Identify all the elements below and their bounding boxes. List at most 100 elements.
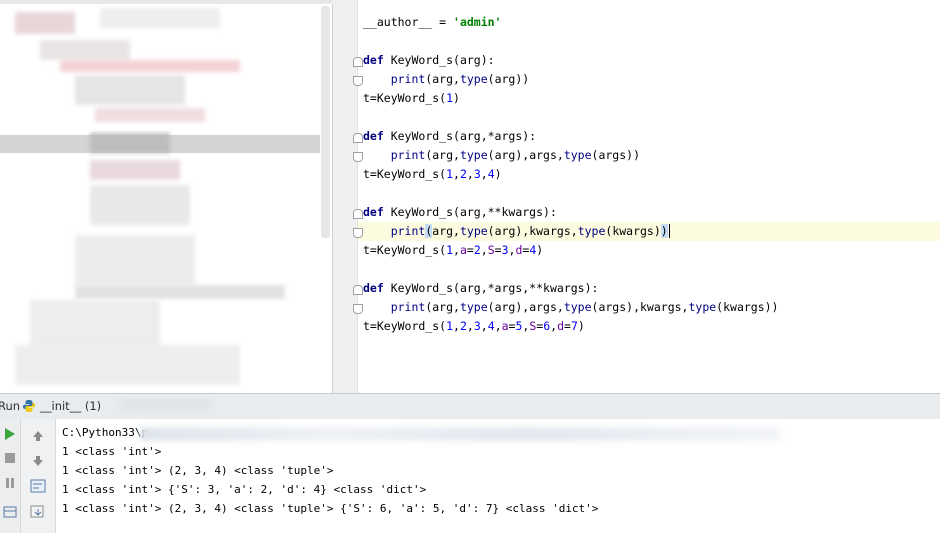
run-config-name[interactable]: __init__ (1) — [40, 394, 101, 419]
restore-layout-button[interactable] — [0, 503, 20, 521]
code-token: (arg),args, — [487, 148, 564, 162]
code-token: type — [563, 148, 592, 162]
code-token: ) — [494, 167, 502, 181]
code-token: 3 — [473, 167, 481, 181]
code-line[interactable]: def KeyWord_s(arg,*args): — [363, 127, 536, 146]
console-line: 1 <class 'int'> {'S': 3, 'a': 2, 'd': 4}… — [62, 483, 427, 496]
sidebar-scrollbar[interactable] — [321, 6, 330, 238]
sidebar-header-strip — [0, 0, 332, 4]
code-token: t=KeyWord_s( — [363, 91, 447, 105]
obscured-tree-item — [90, 185, 190, 225]
obscured-tree-item — [95, 108, 205, 122]
code-token: , — [466, 167, 474, 181]
code-token: type — [459, 224, 488, 238]
code-token: (arg, — [425, 300, 460, 314]
obscured-tree-item — [90, 133, 170, 153]
code-token: 3 — [473, 319, 481, 333]
code-token: (args),kwargs, — [591, 300, 689, 314]
code-token: (arg),kwargs, — [487, 224, 578, 238]
code-token: (arg, — [425, 72, 460, 86]
code-token: (kwargs)) — [716, 300, 779, 314]
python-icon — [23, 400, 35, 412]
code-token: def — [363, 53, 384, 67]
code-line[interactable]: def KeyWord_s(arg,*args,**kwargs): — [363, 279, 598, 298]
code-line[interactable]: t=KeyWord_s(1,2,3,4) — [363, 165, 502, 184]
obscured-header-area — [120, 400, 210, 410]
code-line[interactable]: print(arg,type(arg)) — [363, 70, 530, 89]
code-line[interactable]: def KeyWord_s(arg): — [363, 51, 495, 70]
code-token: 2 — [473, 243, 481, 257]
code-token: ) — [536, 243, 544, 257]
code-line[interactable]: print(arg,type(arg),args,type(args),kwar… — [363, 298, 779, 317]
code-token: (arg)) — [487, 72, 530, 86]
code-line[interactable]: def KeyWord_s(arg,**kwargs): — [363, 203, 557, 222]
obscured-tree-item — [40, 40, 130, 60]
code-token: 4 — [487, 319, 495, 333]
code-token: KeyWord_s(arg,*args,**kwargs): — [383, 281, 599, 295]
pause-button[interactable] — [0, 474, 20, 492]
project-tree-panel[interactable] — [0, 0, 333, 393]
code-token: ) — [660, 224, 668, 238]
code-token: print — [390, 148, 426, 162]
code-line[interactable]: t=KeyWord_s(1,a=2,S=3,d=4) — [363, 241, 543, 260]
scroll-to-end-button[interactable] — [26, 503, 50, 521]
code-token: a — [501, 319, 509, 333]
code-token: 1 — [446, 91, 454, 105]
run-panel-title[interactable]: Run — [0, 394, 20, 419]
code-token: (kwargs) — [605, 224, 661, 238]
code-line[interactable]: print(arg,type(arg),kwargs,type(kwargs)) — [363, 222, 670, 241]
run-toolbar-primary — [0, 419, 21, 533]
fold-marker-icon[interactable] — [353, 57, 363, 67]
code-token: , — [480, 319, 488, 333]
code-token: = — [466, 243, 474, 257]
code-token: 1 — [446, 319, 454, 333]
fold-end-marker-icon[interactable] — [353, 228, 363, 238]
obscured-tree-item — [15, 12, 75, 34]
code-token: a — [459, 243, 467, 257]
obscured-tree-item — [30, 300, 160, 350]
scroll-down-button[interactable] — [26, 452, 50, 470]
code-token: 1 — [446, 167, 454, 181]
code-token: type — [459, 148, 488, 162]
run-tool-window-header[interactable]: Run __init__ (1) — [0, 393, 940, 420]
code-editor[interactable]: __author__ = 'admin' def KeyWord_s(arg): … — [333, 0, 940, 393]
code-token: print — [390, 300, 426, 314]
fold-marker-icon[interactable] — [353, 133, 363, 143]
code-line[interactable]: t=KeyWord_s(1,2,3,4,a=5,S=6,d=7) — [363, 317, 585, 336]
code-token: t=KeyWord_s( — [363, 167, 447, 181]
code-token: 7 — [570, 319, 578, 333]
code-line[interactable]: t=KeyWord_s(1) — [363, 89, 460, 108]
code-line[interactable]: __author__ = 'admin' — [363, 13, 501, 32]
obscured-tree-item — [15, 345, 240, 385]
code-token: 4 — [487, 167, 495, 181]
fold-marker-icon[interactable] — [353, 285, 363, 295]
code-token: type — [563, 300, 592, 314]
code-token: 3 — [501, 243, 509, 257]
code-token: def — [363, 281, 384, 295]
obscured-tree-item — [75, 75, 185, 105]
rerun-button[interactable] — [0, 425, 20, 443]
obscured-tree-item — [90, 160, 180, 180]
code-token: type — [688, 300, 717, 314]
fold-end-marker-icon[interactable] — [353, 76, 363, 86]
code-token: ) — [577, 319, 585, 333]
code-token: (arg, — [425, 148, 460, 162]
stop-button[interactable] — [0, 449, 20, 467]
fold-end-marker-icon[interactable] — [353, 152, 363, 162]
code-token: = — [564, 319, 571, 333]
soft-wrap-button[interactable] — [26, 477, 50, 495]
code-line[interactable]: print(arg,type(arg),args,type(args)) — [363, 146, 640, 165]
code-token: KeyWord_s(arg): — [383, 53, 495, 67]
code-token: S — [487, 243, 495, 257]
obscured-tree-item — [75, 235, 195, 285]
fold-end-marker-icon[interactable] — [353, 304, 363, 314]
fold-marker-icon[interactable] — [353, 209, 363, 219]
code-token: KeyWord_s(arg,**kwargs): — [383, 205, 557, 219]
code-token: , — [453, 167, 460, 181]
code-token: arg, — [432, 224, 460, 238]
scroll-up-button[interactable] — [26, 427, 50, 445]
code-token: , — [453, 319, 460, 333]
console-line: 1 <class 'int'> (2, 3, 4) <class 'tuple'… — [62, 502, 599, 515]
